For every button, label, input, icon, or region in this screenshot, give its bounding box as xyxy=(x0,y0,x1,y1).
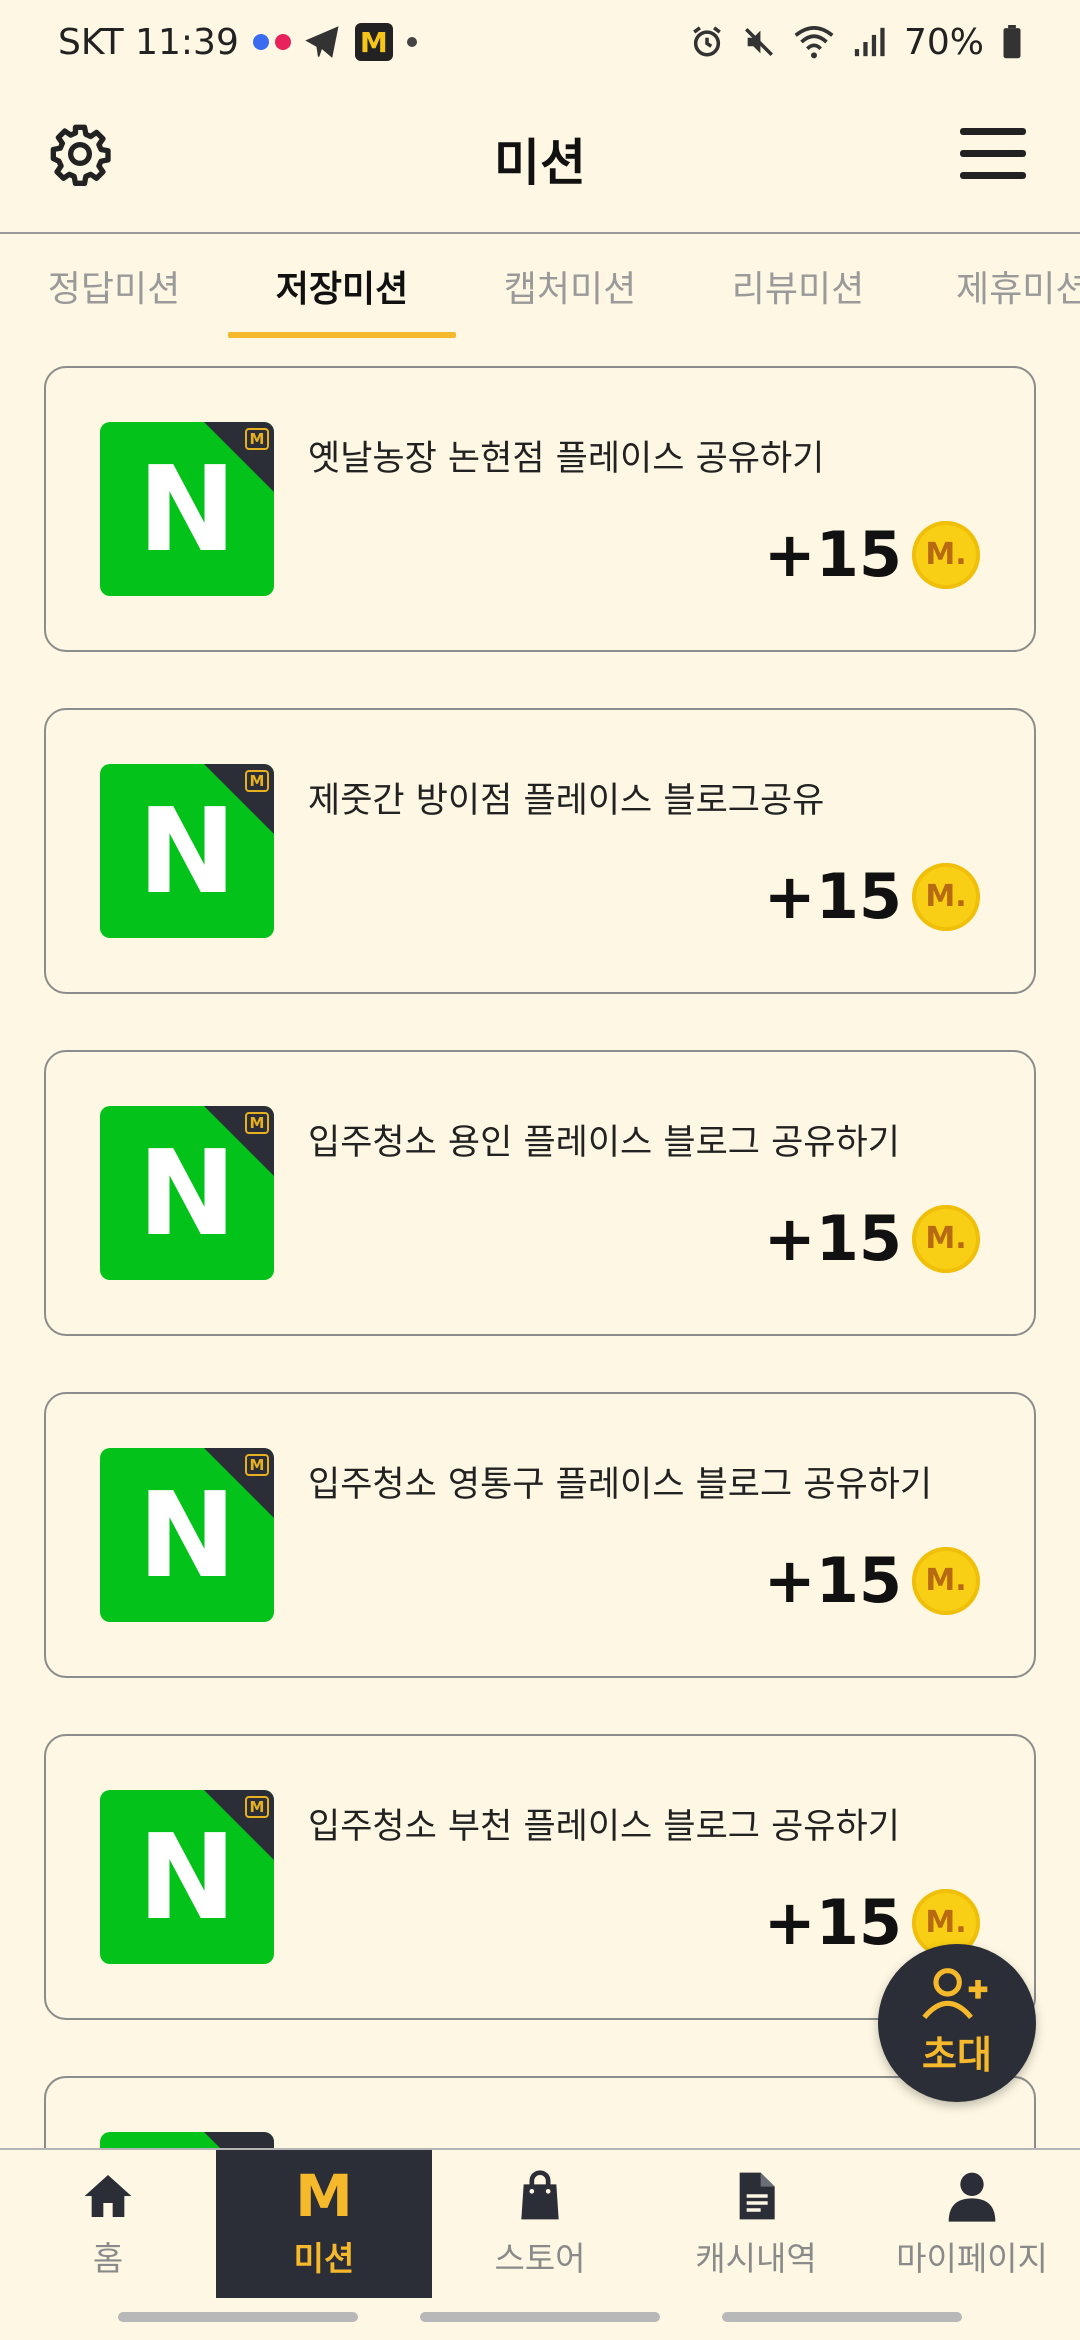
nav-my-page[interactable]: 마이페이지 xyxy=(864,2150,1080,2298)
mission-card[interactable]: N M 제줏간 방이점 플레이스 블로그공유 +15 M. xyxy=(44,708,1036,994)
mission-card[interactable]: N M 옛날농장 논현점 플레이스 공유하기 +15 M. xyxy=(44,366,1036,652)
battery-icon xyxy=(1003,25,1021,59)
nav-mission[interactable]: M 미션 xyxy=(216,2150,432,2298)
mission-title: 입주청소 용인 플레이스 블로그 공유하기 xyxy=(308,1123,900,1163)
notification-dot-pink-icon xyxy=(274,34,291,50)
app-header: 미션 xyxy=(0,84,1080,234)
notification-dot-blue-icon xyxy=(252,34,269,50)
page-title: 미션 xyxy=(494,134,586,192)
hamburger-menu-icon[interactable] xyxy=(960,128,1026,180)
nav-cash-history-label: 캐시내역 xyxy=(695,2239,817,2278)
shopping-bag-icon xyxy=(521,2170,559,2220)
battery-percent: 70% xyxy=(903,21,984,63)
naver-thumbnail: N M xyxy=(100,764,274,938)
m-badge-icon: M xyxy=(245,428,269,450)
mission-list: N M 옛날농장 논현점 플레이스 공유하기 +15 M. N M 제줏간 방이… xyxy=(44,366,1036,2158)
mission-title: 제줏간 방이점 플레이스 블로그공유 xyxy=(308,781,825,821)
m-badge-icon: M xyxy=(245,1112,269,1134)
add-person-icon xyxy=(922,1967,988,2019)
settings-gear-icon[interactable] xyxy=(48,122,112,186)
home-icon xyxy=(84,2175,132,2217)
status-right: 70% xyxy=(690,22,1022,63)
coin-label: M. xyxy=(925,879,967,914)
nav-store[interactable]: 스토어 xyxy=(432,2150,648,2298)
reward-value: +15 xyxy=(763,1544,902,1617)
gesture-bar-right xyxy=(722,2312,962,2322)
m-badge-icon: M xyxy=(245,1796,269,1818)
mission-title: 입주청소 영통구 플레이스 블로그 공유하기 xyxy=(308,1465,933,1505)
tab-answer-mission[interactable]: 정답미션 xyxy=(0,234,228,338)
coin-icon: M. xyxy=(912,862,980,931)
mute-icon xyxy=(744,27,773,57)
coin-label: M. xyxy=(925,1905,967,1940)
tab-partner-mission[interactable]: 제휴미션 xyxy=(912,234,1080,338)
nav-home-label: 홈 xyxy=(92,2239,124,2278)
nav-home[interactable]: 홈 xyxy=(0,2150,216,2298)
carrier-time: SKT 11:39 xyxy=(58,21,239,63)
m-badge-icon: M xyxy=(245,770,269,792)
mission-card-partial[interactable] xyxy=(44,2076,1036,2158)
coin-label: M. xyxy=(925,1563,967,1598)
tab-review-mission[interactable]: 리뷰미션 xyxy=(684,234,912,338)
nav-store-label: 스토어 xyxy=(494,2239,586,2278)
menu-line xyxy=(960,150,1026,157)
reward-value: +15 xyxy=(763,1202,902,1275)
naver-thumbnail: N M xyxy=(100,1106,274,1280)
reward-value: +15 xyxy=(763,860,902,933)
status-left: SKT 11:39 M xyxy=(58,22,417,63)
status-bar: SKT 11:39 M 70% xyxy=(0,0,1080,84)
mission-reward: +15 M. xyxy=(764,1544,980,1617)
menu-line xyxy=(960,128,1026,135)
mission-reward: +15 M. xyxy=(764,518,980,591)
wifi-icon xyxy=(794,26,834,59)
m-logo-icon: M xyxy=(295,2162,353,2230)
mission-card[interactable]: N M 입주청소 용인 플레이스 블로그 공유하기 +15 M. xyxy=(44,1050,1036,1336)
mission-reward: +15 M. xyxy=(764,860,980,933)
mission-reward: +15 M. xyxy=(764,1202,980,1275)
coin-icon: M. xyxy=(912,1546,980,1615)
m-app-notification-icon: M xyxy=(354,23,393,61)
bottom-navigation: 홈 M 미션 스토어 캐시내역 마이페이지 xyxy=(0,2148,1080,2298)
tab-capture-mission[interactable]: 캡처미션 xyxy=(456,234,684,338)
gesture-bar-center xyxy=(420,2312,660,2322)
mission-tabs: 정답미션 저장미션 캡처미션 리뷰미션 제휴미션 xyxy=(0,234,1080,338)
naver-thumbnail: N M xyxy=(100,1448,274,1622)
document-icon xyxy=(739,2172,775,2220)
mission-title: 입주청소 부천 플레이스 블로그 공유하기 xyxy=(308,1807,900,1847)
invite-button[interactable]: 초대 xyxy=(878,1944,1036,2102)
gesture-bar-left xyxy=(118,2312,358,2322)
m-badge-icon: M xyxy=(245,1454,269,1476)
telegram-icon xyxy=(305,26,339,58)
nav-cash-history[interactable]: 캐시내역 xyxy=(648,2150,864,2298)
naver-thumbnail: N M xyxy=(100,422,274,596)
menu-line xyxy=(960,172,1026,179)
alarm-icon xyxy=(693,26,721,57)
signal-icon xyxy=(854,27,885,57)
nav-mission-label: 미션 xyxy=(293,2239,355,2278)
nav-my-page-label: 마이페이지 xyxy=(896,2239,1048,2278)
naver-thumbnail: N M xyxy=(100,1790,274,1964)
reward-value: +15 xyxy=(763,518,902,591)
coin-label: M. xyxy=(925,1221,967,1256)
mission-card[interactable]: N M 입주청소 영통구 플레이스 블로그 공유하기 +15 M. xyxy=(44,1392,1036,1678)
mission-card[interactable]: N M 입주청소 부천 플레이스 블로그 공유하기 +15 M. xyxy=(44,1734,1036,2020)
reward-value: +15 xyxy=(763,1886,902,1959)
coin-icon: M. xyxy=(912,1204,980,1273)
more-notifications-icon xyxy=(406,37,417,47)
coin-label: M. xyxy=(925,537,967,572)
mission-title: 옛날농장 논현점 플레이스 공유하기 xyxy=(308,439,825,479)
person-icon xyxy=(948,2172,996,2222)
invite-label: 초대 xyxy=(922,2032,992,2077)
tab-save-mission[interactable]: 저장미션 xyxy=(228,234,456,338)
coin-icon: M. xyxy=(912,520,980,589)
